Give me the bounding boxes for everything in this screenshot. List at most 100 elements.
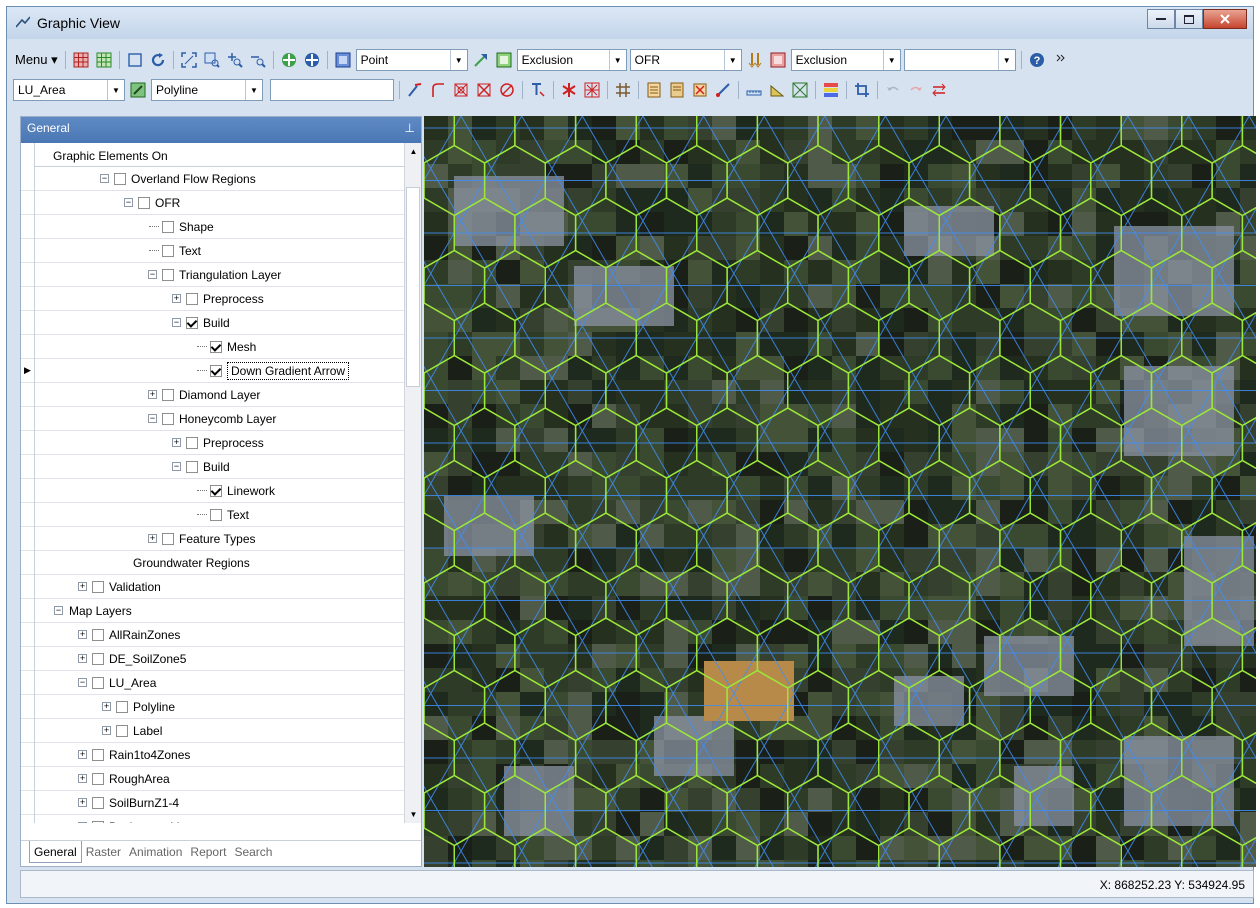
collapse-icon[interactable]: − — [172, 462, 181, 471]
menu-button[interactable]: Menu ▾ — [13, 52, 60, 68]
grid-star-icon[interactable] — [582, 80, 602, 100]
draw-line-icon[interactable] — [405, 80, 425, 100]
tree-row[interactable]: + AllRainZones — [21, 623, 404, 647]
grid-green-icon[interactable] — [94, 50, 114, 70]
visibility-checkbox[interactable] — [114, 173, 126, 185]
overflow-chevron-icon[interactable] — [1050, 50, 1070, 70]
tree-row[interactable]: + Label — [21, 719, 404, 743]
tree-row[interactable]: Text — [21, 239, 404, 263]
visibility-checkbox[interactable] — [210, 509, 222, 521]
visibility-checkbox[interactable] — [186, 293, 198, 305]
visibility-checkbox[interactable] — [210, 365, 222, 377]
zoom-out-icon[interactable] — [248, 50, 268, 70]
tree-row[interactable]: + RoughArea — [21, 767, 404, 791]
visibility-checkbox[interactable] — [92, 773, 104, 785]
tree-row[interactable]: − Overland Flow Regions — [21, 167, 404, 191]
tree-row[interactable]: Groundwater Regions — [21, 551, 404, 575]
tree-row[interactable]: + Polyline — [21, 695, 404, 719]
text-tool-icon[interactable] — [528, 80, 548, 100]
visibility-checkbox[interactable] — [116, 725, 128, 737]
exclusion-combo[interactable]: Exclusion ▼ — [516, 49, 627, 71]
tree-row[interactable]: − Build — [21, 455, 404, 479]
delete-node-icon[interactable] — [451, 80, 471, 100]
pin-icon[interactable]: ⊥ — [405, 121, 415, 139]
layer-edit-icon[interactable] — [128, 80, 148, 100]
scroll-thumb[interactable] — [406, 187, 420, 387]
exclusion-combo-2[interactable]: Exclusion ▼ — [790, 49, 901, 71]
expand-icon[interactable]: + — [78, 654, 87, 663]
expand-icon[interactable]: + — [78, 630, 87, 639]
ofr-combo[interactable]: OFR ▼ — [629, 49, 742, 71]
maximize-button[interactable] — [1175, 9, 1203, 29]
ruler-icon[interactable] — [744, 80, 764, 100]
visibility-checkbox[interactable] — [92, 653, 104, 665]
delete-shape-icon[interactable] — [474, 80, 494, 100]
help-icon[interactable]: ? — [1027, 50, 1047, 70]
zoom-extent-icon[interactable] — [179, 50, 199, 70]
tree-row[interactable]: + Preprocess — [21, 287, 404, 311]
visibility-checkbox[interactable] — [162, 413, 174, 425]
grid-red-icon[interactable] — [71, 50, 91, 70]
tree-row[interactable]: + Rain1to4Zones — [21, 743, 404, 767]
swap-icon[interactable] — [929, 80, 949, 100]
draw-polyline-icon[interactable] — [428, 80, 448, 100]
area-icon[interactable] — [767, 80, 787, 100]
tree-row[interactable]: − Triangulation Layer — [21, 263, 404, 287]
pan-expand-icon[interactable] — [279, 50, 299, 70]
layer-green-icon[interactable] — [494, 50, 514, 70]
expand-icon[interactable]: + — [78, 774, 87, 783]
expand-icon[interactable]: + — [78, 750, 87, 759]
map-canvas[interactable] — [424, 116, 1256, 867]
expand-icon[interactable]: + — [78, 798, 87, 807]
refresh-icon[interactable] — [148, 50, 168, 70]
point-combo[interactable]: Point ▼ — [355, 49, 468, 71]
measure-line-icon[interactable] — [713, 80, 733, 100]
collapse-icon[interactable]: − — [100, 174, 109, 183]
tree-row[interactable]: + Feature Types — [21, 527, 404, 551]
minimize-button[interactable] — [1147, 9, 1175, 29]
expand-icon[interactable]: + — [102, 726, 111, 735]
tree-row[interactable]: + SoilBurnZ1-4 — [21, 791, 404, 815]
tab-general[interactable]: General — [29, 841, 82, 863]
tree-row[interactable]: − Background Images — [21, 815, 404, 823]
tree-row[interactable]: − Honeycomb Layer — [21, 407, 404, 431]
tree-row[interactable]: − Map Layers — [21, 599, 404, 623]
tree-row[interactable]: ▶ Down Gradient Arrow — [21, 359, 404, 383]
layer-square-icon[interactable] — [333, 50, 353, 70]
expand-icon[interactable]: + — [148, 390, 157, 399]
remove-attr-icon[interactable] — [690, 80, 710, 100]
move-arrow-icon[interactable] — [471, 50, 491, 70]
close-button[interactable] — [1203, 9, 1247, 29]
asterisk-icon[interactable] — [559, 80, 579, 100]
visibility-checkbox[interactable] — [210, 341, 222, 353]
visibility-checkbox[interactable] — [162, 221, 174, 233]
box-cross-icon[interactable] — [790, 80, 810, 100]
tree-row[interactable]: Mesh — [21, 335, 404, 359]
select-rect-icon[interactable] — [125, 50, 145, 70]
attributes-icon[interactable] — [667, 80, 687, 100]
tree-row[interactable]: Linework — [21, 479, 404, 503]
zoom-in-icon[interactable] — [225, 50, 245, 70]
tab-search[interactable]: Search — [230, 841, 276, 863]
clear-icon[interactable] — [497, 80, 517, 100]
layer-combo[interactable]: LU_Area ▼ — [13, 79, 125, 101]
color-legend-icon[interactable] — [821, 80, 841, 100]
hash-grid-icon[interactable] — [613, 80, 633, 100]
collapse-icon[interactable]: − — [78, 822, 87, 823]
tab-raster[interactable]: Raster — [82, 841, 125, 863]
visibility-checkbox[interactable] — [92, 581, 104, 593]
expand-icon[interactable]: + — [102, 702, 111, 711]
undo-icon[interactable] — [883, 80, 903, 100]
tree-row[interactable]: Shape — [21, 215, 404, 239]
scroll-down-icon[interactable]: ▼ — [405, 806, 421, 823]
collapse-icon[interactable]: − — [124, 198, 133, 207]
tree-row[interactable]: Text — [21, 503, 404, 527]
visibility-checkbox[interactable] — [186, 437, 198, 449]
visibility-checkbox[interactable] — [162, 533, 174, 545]
tree-row[interactable]: − OFR — [21, 191, 404, 215]
tab-report[interactable]: Report — [186, 841, 230, 863]
visibility-checkbox[interactable] — [92, 749, 104, 761]
expand-icon[interactable]: + — [78, 582, 87, 591]
visibility-checkbox[interactable] — [92, 797, 104, 809]
tree-row[interactable]: + Preprocess — [21, 431, 404, 455]
